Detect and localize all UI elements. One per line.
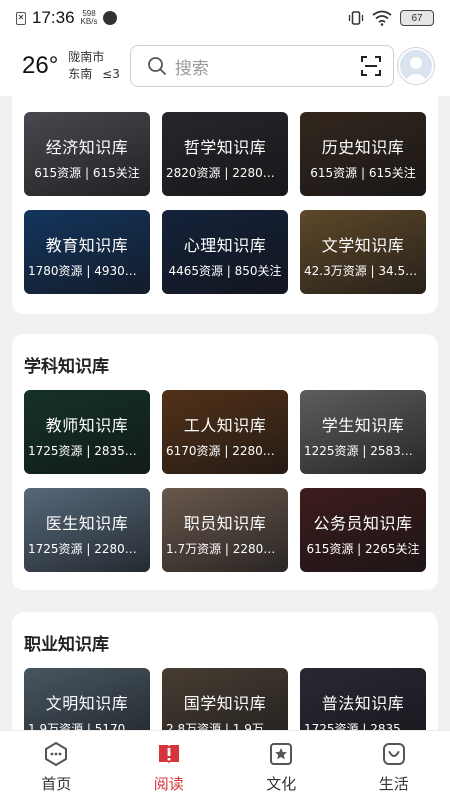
user-avatar-icon [404, 57, 428, 82]
avatar[interactable] [398, 48, 434, 84]
tile-stats: 1725资源 | 2835关注 [304, 722, 422, 730]
tile-name: 历史知识库 [321, 138, 405, 157]
app-notification-icon [103, 11, 118, 25]
tab-life-label: 生活 [378, 775, 409, 793]
tab-culture[interactable]: 文化 [225, 731, 338, 800]
knowledge-tile[interactable]: 医生知识库 1725资源 | 2280关注 [24, 488, 150, 572]
knowledge-tile[interactable]: 学生知识库 1225资源 | 2583关注 [300, 390, 426, 474]
knowledge-tile[interactable]: 历史知识库 615资源 | 615关注 [300, 112, 426, 196]
home-chat-icon [45, 742, 68, 766]
network-speed-unit: KB/s [80, 17, 98, 26]
culture-star-icon [270, 743, 293, 765]
city-name: 陇南市 [68, 50, 105, 64]
tile-stats: 615资源 | 615关注 [310, 166, 416, 180]
search-placeholder: 搜索 [174, 58, 209, 79]
tile-stats: 4465资源 | 850关注 [168, 264, 282, 278]
network-speed: 598 KB/s [81, 10, 98, 26]
tile-stats: 1725资源 | 2835关注 [28, 444, 146, 458]
tile-stats: 1225资源 | 2583关注 [304, 444, 422, 458]
tile-stats: 1.9万资源 | 5170关注 [28, 722, 146, 730]
vibrate-icon [348, 11, 364, 25]
knowledge-tile[interactable]: 经济知识库 615资源 | 615关注 [24, 112, 150, 196]
knowledge-tile[interactable]: 教育知识库 1780资源 | 4930关注 [24, 210, 150, 294]
tile-name: 国学知识库 [183, 694, 267, 713]
weather-location[interactable]: 陇南市 东南 ≤3 [68, 49, 120, 83]
wind-direction: 东南 [68, 67, 93, 81]
knowledge-tile[interactable]: 普法知识库 1725资源 | 2835关注 [300, 668, 426, 730]
knowledge-tile[interactable]: 文学知识库 42.3万资源 | 34.5万关注 [300, 210, 426, 294]
tile-stats: 2.8万资源 | 1.9万关注 [166, 722, 284, 730]
knowledge-tile[interactable]: 文明知识库 1.9万资源 | 5170关注 [24, 668, 150, 730]
tile-stats: 1725资源 | 2280关注 [28, 542, 146, 556]
tile-name: 文学知识库 [321, 236, 405, 255]
battery-indicator: 67 [400, 10, 434, 26]
tile-name: 学生知识库 [321, 416, 405, 435]
card-career: 职业知识库 文明知识库 1.9万资源 | 5170关注 国学知识库 2.8万资源 | … [12, 612, 438, 730]
tab-culture-label: 文化 [266, 775, 297, 793]
wind-level: ≤3 [102, 67, 120, 81]
tile-name: 普法知识库 [321, 694, 405, 713]
sim-icon: ✕ [16, 11, 26, 25]
knowledge-tile[interactable]: 工人知识库 6170资源 | 2280关注 [162, 390, 288, 474]
bottom-tab-bar: 首页 阅读 文化 生活 [0, 730, 450, 800]
tile-name: 文明知识库 [45, 694, 129, 713]
knowledge-tile[interactable]: 职员知识库 1.7万资源 | 2280关注 [162, 488, 288, 572]
status-time: 17:36 [32, 8, 75, 27]
tab-home-label: 首页 [41, 775, 72, 793]
wifi-icon [372, 10, 392, 26]
tile-stats: 2820资源 | 2280关注 [166, 166, 284, 180]
card-featured: 经济知识库 615资源 | 615关注 哲学知识库 2820资源 | 2280关注 历史… [12, 96, 438, 314]
tab-read[interactable]: 阅读 [113, 731, 226, 800]
search-icon [147, 57, 166, 75]
status-bar: ✕ 17:36 598 KB/s 67 [0, 0, 450, 36]
scan-icon[interactable] [360, 56, 381, 76]
section-title-subject: 学科知识库 [24, 357, 109, 377]
knowledge-tile[interactable]: 国学知识库 2.8万资源 | 1.9万关注 [162, 668, 288, 730]
temperature[interactable]: 26° [22, 52, 58, 80]
tile-stats: 42.3万资源 | 34.5万关注 [304, 264, 422, 278]
tab-home[interactable]: 首页 [0, 731, 113, 800]
knowledge-tile[interactable]: 公务员知识库 615资源 | 2265关注 [300, 488, 426, 572]
tab-life[interactable]: 生活 [338, 731, 450, 800]
tile-name: 心理知识库 [183, 236, 267, 255]
card-subject: 学科知识库 教师知识库 1725资源 | 2835关注 工人知识库 6170资源 | … [12, 334, 438, 590]
life-bag-icon [382, 743, 405, 765]
read-book-icon [158, 745, 179, 764]
tile-name: 教师知识库 [45, 416, 129, 435]
tile-name: 哲学知识库 [183, 138, 267, 157]
tile-name: 医生知识库 [45, 514, 129, 533]
knowledge-tile[interactable]: 心理知识库 4465资源 | 850关注 [162, 210, 288, 294]
section-title-career: 职业知识库 [24, 635, 109, 655]
tile-stats: 1.7万资源 | 2280关注 [166, 542, 284, 556]
tab-read-label: 阅读 [153, 775, 184, 793]
tile-stats: 6170资源 | 2280关注 [166, 444, 284, 458]
tile-stats: 1780资源 | 4930关注 [28, 264, 146, 278]
tile-stats: 615资源 | 2265关注 [306, 542, 420, 556]
main-content[interactable]: 经济知识库 615资源 | 615关注 哲学知识库 2820资源 | 2280关注 历史… [0, 96, 450, 730]
top-header: 26° 陇南市 东南 ≤3 搜索 [0, 36, 450, 96]
knowledge-tile[interactable]: 教师知识库 1725资源 | 2835关注 [24, 390, 150, 474]
tile-name: 公务员知识库 [313, 514, 413, 533]
tile-name: 职员知识库 [183, 514, 267, 533]
search-bar[interactable]: 搜索 [129, 45, 394, 87]
tile-name: 经济知识库 [45, 138, 129, 157]
tile-stats: 615资源 | 615关注 [34, 166, 140, 180]
knowledge-tile[interactable]: 哲学知识库 2820资源 | 2280关注 [162, 112, 288, 196]
tile-name: 工人知识库 [183, 416, 267, 435]
tile-name: 教育知识库 [45, 236, 129, 255]
